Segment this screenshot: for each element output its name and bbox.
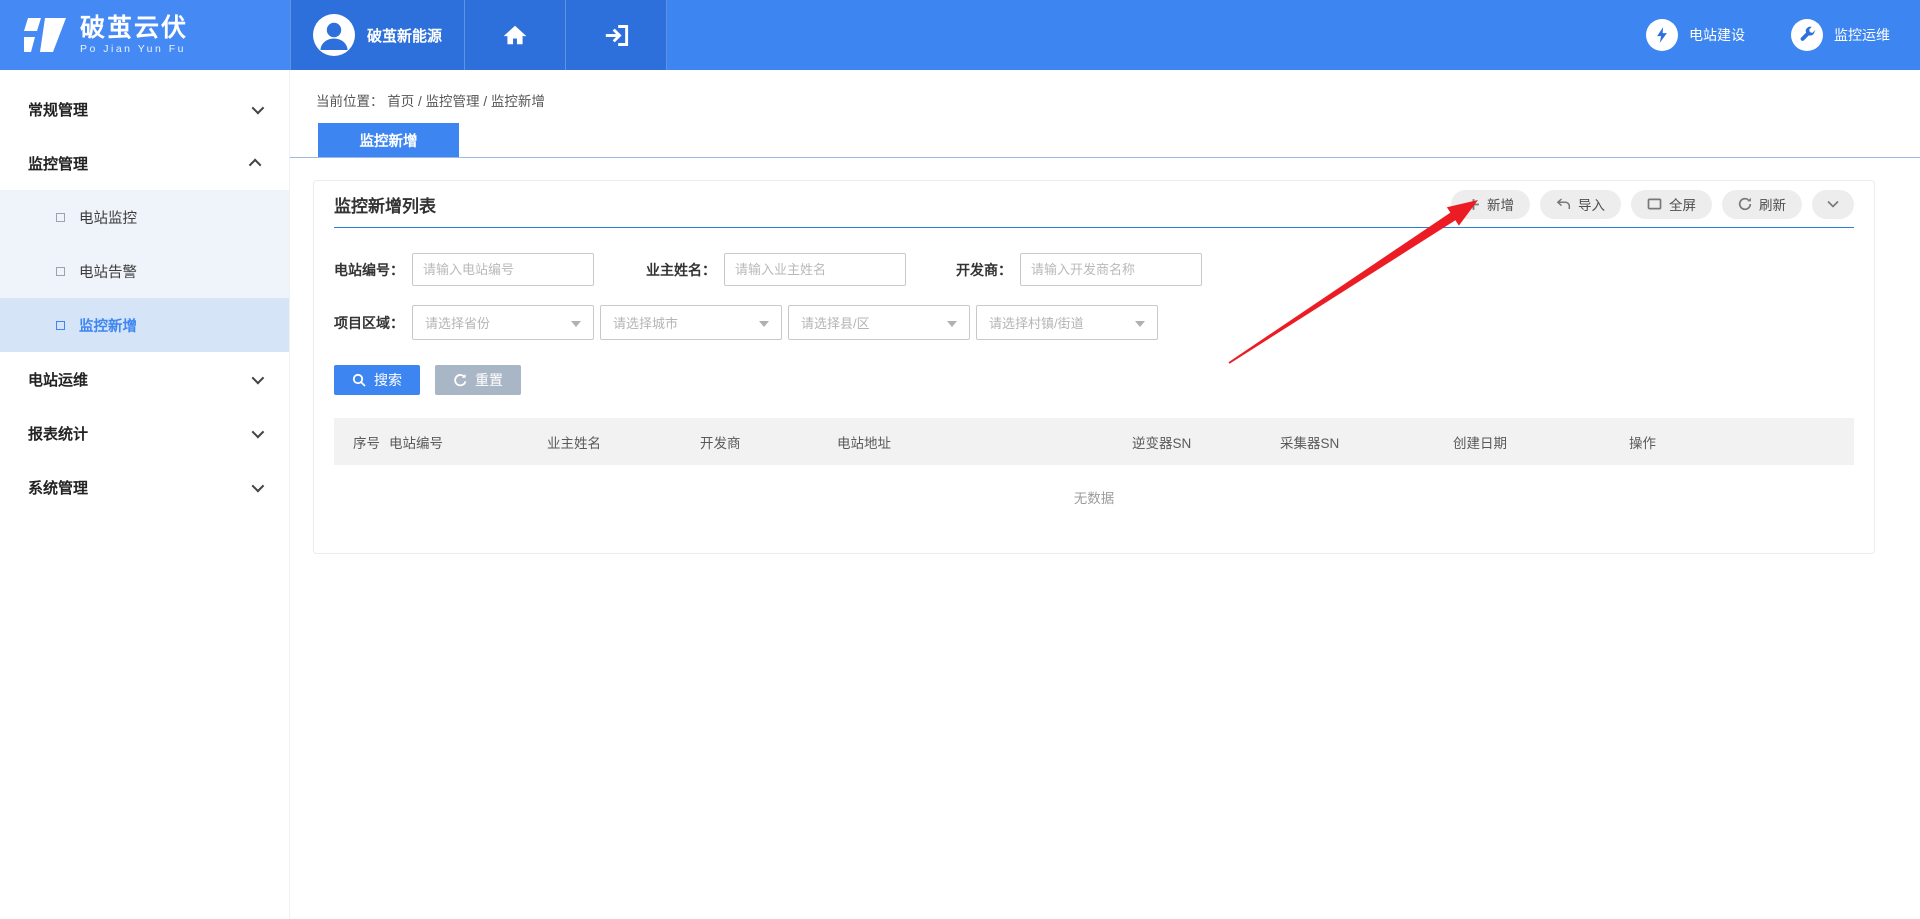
logout-icon — [603, 22, 630, 49]
sidebar-item-station-alarm[interactable]: 电站告警 — [0, 244, 289, 298]
col-address: 电站地址 — [837, 432, 1132, 452]
logo-icon — [22, 16, 68, 54]
fullscreen-icon — [1647, 198, 1662, 210]
field-label-developer: 开发商： — [956, 260, 1012, 280]
nav-label: 电站建设 — [1689, 25, 1745, 45]
breadcrumb-prefix: 当前位置： — [316, 94, 384, 109]
chevron-down-icon — [252, 371, 265, 384]
refresh-button[interactable]: 刷新 — [1722, 190, 1802, 219]
user-name: 破茧新能源 — [367, 25, 442, 46]
breadcrumb-home[interactable]: 首页 — [387, 94, 414, 109]
breadcrumb: 当前位置： 首页 / 监控管理 / 监控新增 — [290, 70, 1920, 110]
nav-plant-construction[interactable]: 电站建设 — [1646, 19, 1745, 51]
square-bullet-icon — [56, 321, 65, 330]
caret-down-icon — [759, 321, 769, 327]
nav-label: 监控运维 — [1834, 25, 1890, 45]
sidebar-item-station-monitor[interactable]: 电站监控 — [0, 190, 289, 244]
app-title: 破茧云伏 — [80, 15, 188, 43]
owner-name-input[interactable] — [724, 253, 906, 286]
col-index: 序号 — [353, 432, 389, 452]
breadcrumb-monitor-mgmt[interactable]: 监控管理 — [426, 94, 480, 109]
col-station-code: 电站编号 — [389, 432, 547, 452]
square-bullet-icon — [56, 267, 65, 276]
table-header-row: 序号 电站编号 业主姓名 开发商 电站地址 逆变器SN 采集器SN 创建日期 操… — [334, 418, 1854, 465]
caret-down-icon — [571, 321, 581, 327]
station-code-input[interactable] — [412, 253, 594, 286]
collapse-button[interactable] — [1812, 190, 1854, 219]
reset-button[interactable]: 重置 — [435, 365, 521, 395]
sidebar-submenu: 电站监控 电站告警 监控新增 — [0, 190, 289, 352]
field-label-region: 项目区域： — [334, 313, 404, 333]
sidebar: 常规管理 监控管理 电站监控 电站告警 监控新增 电站运维 报表统计 系统管理 — [0, 70, 290, 919]
page-title: 监控新增列表 — [334, 192, 436, 217]
square-bullet-icon — [56, 213, 65, 222]
sidebar-group-station-ops[interactable]: 电站运维 — [0, 352, 289, 406]
main-content: 当前位置： 首页 / 监控管理 / 监控新增 监控新增 监控新增列表 新增 导入 — [290, 70, 1920, 919]
sidebar-group-regular-mgmt[interactable]: 常规管理 — [0, 82, 289, 136]
tab-monitor-add[interactable]: 监控新增 — [318, 123, 459, 157]
sidebar-group-report-stats[interactable]: 报表统计 — [0, 406, 289, 460]
chevron-down-icon — [252, 101, 265, 114]
town-select[interactable]: 请选择村镇/街道 — [976, 305, 1158, 340]
add-button[interactable]: 新增 — [1451, 190, 1530, 219]
developer-input[interactable] — [1020, 253, 1202, 286]
panel-toolbar: 新增 导入 全屏 刷新 — [1451, 190, 1854, 219]
county-select[interactable]: 请选择县/区 — [788, 305, 970, 340]
empty-state: 无数据 — [334, 465, 1854, 507]
sidebar-group-monitor-mgmt[interactable]: 监控管理 — [0, 136, 289, 190]
plus-icon — [1467, 198, 1480, 211]
col-inverter-sn: 逆变器SN — [1132, 432, 1280, 452]
refresh-icon — [1738, 197, 1752, 211]
chevron-up-icon — [249, 158, 262, 171]
col-owner-name: 业主姓名 — [547, 432, 700, 452]
caret-down-icon — [947, 321, 957, 327]
breadcrumb-monitor-add[interactable]: 监控新增 — [491, 94, 545, 109]
avatar — [313, 14, 355, 56]
wrench-icon — [1791, 19, 1823, 51]
filter-form: 电站编号： 业主姓名： 开发商： 项目区域： 请选择省份 请选择城市 — [334, 228, 1854, 340]
sidebar-group-system-mgmt[interactable]: 系统管理 — [0, 460, 289, 514]
city-select[interactable]: 请选择城市 — [600, 305, 782, 340]
search-icon — [352, 373, 366, 387]
fullscreen-button[interactable]: 全屏 — [1631, 190, 1712, 219]
chevron-down-icon — [252, 479, 265, 492]
nav-monitor-ops[interactable]: 监控运维 — [1791, 19, 1890, 51]
search-button[interactable]: 搜索 — [334, 365, 420, 395]
col-developer: 开发商 — [700, 432, 837, 452]
lightning-icon — [1646, 19, 1678, 51]
user-menu[interactable]: 破茧新能源 — [290, 0, 465, 70]
tab-bar: 监控新增 — [290, 123, 1920, 158]
logo: 破茧云伏 Po Jian Yun Fu — [0, 0, 290, 70]
import-button[interactable]: 导入 — [1540, 190, 1621, 219]
province-select[interactable]: 请选择省份 — [412, 305, 594, 340]
col-operation: 操作 — [1629, 432, 1854, 452]
app-subtitle: Po Jian Yun Fu — [80, 43, 188, 55]
top-header: 破茧云伏 Po Jian Yun Fu 破茧新能源 电站建设 — [0, 0, 1920, 70]
import-icon — [1556, 198, 1571, 210]
field-label-station-code: 电站编号： — [334, 260, 404, 280]
caret-down-icon — [1135, 321, 1145, 327]
col-collector-sn: 采集器SN — [1280, 432, 1453, 452]
chevron-down-icon — [252, 425, 265, 438]
logout-button[interactable] — [566, 0, 667, 70]
field-label-owner-name: 业主姓名： — [646, 260, 716, 280]
home-icon — [502, 22, 528, 48]
reset-icon — [453, 373, 467, 387]
chevron-down-icon — [1827, 200, 1839, 208]
col-create-date: 创建日期 — [1453, 432, 1629, 452]
sidebar-item-monitor-add[interactable]: 监控新增 — [0, 298, 289, 352]
home-button[interactable] — [465, 0, 566, 70]
monitor-add-panel: 监控新增列表 新增 导入 全屏 刷新 — [313, 180, 1875, 554]
